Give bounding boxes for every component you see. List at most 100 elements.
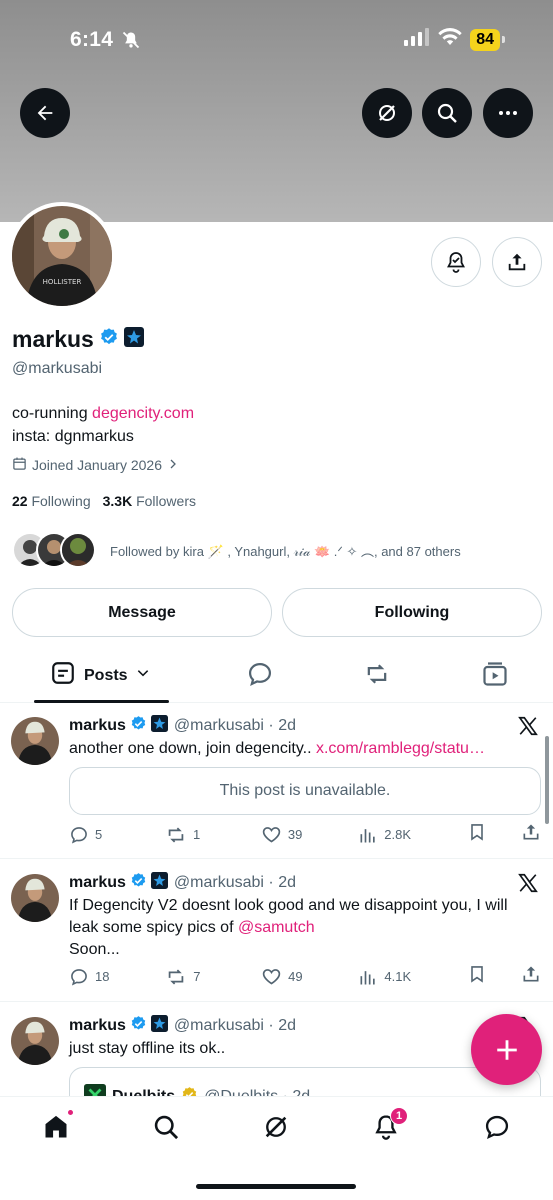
home-indicator xyxy=(196,1184,356,1189)
repost-count: 7 xyxy=(193,969,201,984)
post-avatar[interactable] xyxy=(11,717,59,765)
joined-row[interactable]: Joined January 2026 xyxy=(12,456,179,474)
views-button[interactable]: 4.1K xyxy=(358,967,411,987)
message-button[interactable]: Message xyxy=(12,588,272,637)
reply-icon xyxy=(71,826,87,844)
bio-link[interactable]: degencity.com xyxy=(92,405,194,422)
profile-handle: @markusabi xyxy=(12,360,103,377)
quoted-meta: @Duelbits · 2d xyxy=(204,1088,310,1096)
followed-by-row[interactable]: Followed by kira 🪄 , Ynahgurl, 𝓇𝒾𝒶 🪷 .ᐟ … xyxy=(12,532,461,568)
following-count: 22 xyxy=(12,493,28,509)
compose-post-button[interactable] xyxy=(471,1014,542,1085)
profile-avatar[interactable]: HOLLISTER xyxy=(8,202,116,310)
tab-replies[interactable] xyxy=(246,660,274,693)
post-avatar[interactable] xyxy=(11,874,59,922)
views-icon xyxy=(360,970,376,984)
post-header: markus @markusabi · 2d xyxy=(69,1015,296,1037)
affiliate-badge-icon[interactable] xyxy=(123,326,144,353)
follow-counts: 22 Following 3.3K Followers xyxy=(12,493,196,509)
reply-count: 18 xyxy=(95,969,110,984)
bookmark-button[interactable] xyxy=(467,822,487,847)
heart-icon xyxy=(262,969,281,985)
reply-bubble-icon xyxy=(246,660,274,693)
repost-icon xyxy=(168,827,184,842)
post-meta: @markusabi · 2d xyxy=(173,1017,296,1034)
home-icon xyxy=(45,1115,67,1138)
arrow-left-icon xyxy=(37,105,53,121)
post-secondary-actions xyxy=(467,822,541,847)
post-item[interactable]: markus @markusabi · 2d If Degencity V2 d… xyxy=(0,860,553,1002)
status-icons: 84 xyxy=(404,28,505,51)
nav-notifications[interactable]: 1 xyxy=(366,1107,408,1143)
search-button[interactable] xyxy=(422,88,472,138)
post-author-name[interactable]: markus xyxy=(69,1017,126,1035)
nav-home[interactable] xyxy=(36,1109,76,1143)
share-profile-button[interactable] xyxy=(492,237,542,287)
silent-bell-icon xyxy=(121,30,141,55)
more-button[interactable] xyxy=(483,88,533,138)
following-count-link[interactable]: 22 Following xyxy=(12,493,91,509)
status-time: 6:14 xyxy=(70,28,114,51)
share-icon xyxy=(523,966,539,982)
home-unread-dot xyxy=(67,1109,74,1116)
like-button[interactable]: 49 xyxy=(261,966,303,987)
followers-count: 3.3K xyxy=(102,493,133,509)
plus-icon xyxy=(496,1039,517,1060)
repost-button[interactable]: 7 xyxy=(165,966,205,988)
back-button[interactable] xyxy=(20,88,70,138)
share-post-button[interactable] xyxy=(521,822,541,847)
post-author-name[interactable]: markus xyxy=(69,717,126,735)
notifications-badge: 1 xyxy=(390,1107,408,1125)
repost-icon xyxy=(169,969,184,984)
share-icon xyxy=(508,253,526,271)
reply-button[interactable]: 18 xyxy=(69,967,109,987)
profile-name-row: markus xyxy=(12,326,144,353)
repost-button[interactable]: 1 xyxy=(165,824,205,846)
like-button[interactable]: 39 xyxy=(261,824,302,845)
followers-count-link[interactable]: 3.3K Followers xyxy=(103,493,196,509)
post-header: markus @markusabi · 2d xyxy=(69,872,296,894)
quoted-post[interactable]: Duelbits @Duelbits · 2d xyxy=(69,1067,541,1096)
verified-badge-icon xyxy=(130,872,147,894)
post-text: just stay offline its ok.. xyxy=(69,1040,226,1057)
bookmark-button[interactable] xyxy=(467,964,487,989)
reply-button[interactable]: 5 xyxy=(69,825,109,845)
post-item[interactable]: markus @markusabi · 2d another one down,… xyxy=(0,703,553,859)
nav-grok[interactable] xyxy=(256,1111,296,1143)
chevron-right-icon xyxy=(167,457,179,473)
bio-text: co-running xyxy=(12,405,93,422)
wifi-icon xyxy=(438,28,462,51)
share-post-button[interactable] xyxy=(521,964,541,989)
nav-search[interactable] xyxy=(146,1111,186,1143)
tab-media[interactable] xyxy=(481,660,509,693)
gold-verified-badge-icon xyxy=(181,1086,198,1096)
affiliate-badge-icon xyxy=(150,715,168,737)
calendar-icon xyxy=(12,456,27,474)
search-icon xyxy=(437,103,457,123)
mention-link[interactable]: @samutch xyxy=(238,919,315,936)
post-avatar[interactable] xyxy=(11,1017,59,1065)
view-count: 2.8K xyxy=(384,827,412,842)
like-count: 39 xyxy=(287,827,303,842)
post-text: If Degencity V2 doesnt look good and we … xyxy=(69,895,539,961)
verified-badge-icon xyxy=(130,715,147,737)
grok-button[interactable] xyxy=(362,88,412,138)
notify-button[interactable] xyxy=(431,237,481,287)
bio-line-2: insta: dgnmarkus xyxy=(12,428,134,445)
search-icon xyxy=(154,1115,179,1140)
grok-icon xyxy=(379,105,395,121)
following-button[interactable]: Following xyxy=(282,588,542,637)
post-author-name[interactable]: markus xyxy=(69,874,126,892)
post-actions: 5 1 39 2.8K xyxy=(69,822,541,847)
nav-messages[interactable] xyxy=(477,1111,517,1143)
tab-posts[interactable]: Posts xyxy=(50,660,150,691)
post-link[interactable]: x.com/ramblegg/statu… xyxy=(316,740,485,757)
post-meta: @markusabi · 2d xyxy=(173,717,296,734)
scrollbar[interactable] xyxy=(545,736,549,824)
like-count: 49 xyxy=(288,969,303,984)
bell-check-icon xyxy=(447,252,465,273)
tab-reposts[interactable] xyxy=(363,660,391,693)
bookmark-icon xyxy=(471,966,483,983)
chat-bubble-icon xyxy=(485,1115,509,1140)
views-button[interactable]: 2.8K xyxy=(358,825,411,845)
